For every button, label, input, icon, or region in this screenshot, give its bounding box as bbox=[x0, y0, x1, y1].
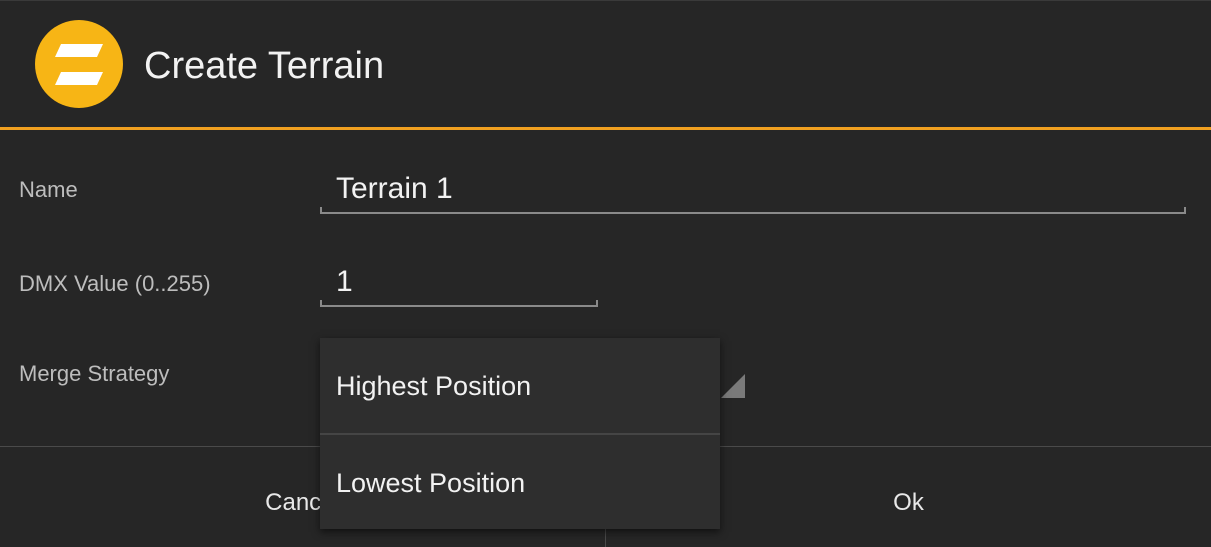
name-label: Name bbox=[19, 177, 78, 202]
merge-strategy-label: Merge Strategy bbox=[19, 361, 170, 386]
dropdown-option-highest-position[interactable]: Highest Position bbox=[320, 338, 720, 434]
dropdown-option-lowest-position[interactable]: Lowest Position bbox=[320, 435, 720, 531]
title-divider bbox=[0, 127, 1211, 130]
create-terrain-dialog: Create Terrain Name DMX Value (0..255) M… bbox=[0, 0, 1211, 547]
name-input-underline bbox=[320, 207, 1186, 214]
dmx-value-input-underline bbox=[320, 300, 598, 307]
name-input[interactable] bbox=[320, 168, 1186, 210]
dialog-title: Create Terrain bbox=[144, 45, 385, 87]
dmx-value-label: DMX Value (0..255) bbox=[19, 271, 211, 296]
spinner-dropdown-arrow-icon[interactable] bbox=[721, 374, 745, 398]
dmx-value-input[interactable] bbox=[320, 261, 598, 303]
merge-strategy-dropdown: Highest Position Lowest Position bbox=[320, 338, 720, 529]
dialog-title-bar: Create Terrain bbox=[0, 0, 1211, 129]
app-logo-icon bbox=[35, 20, 123, 108]
